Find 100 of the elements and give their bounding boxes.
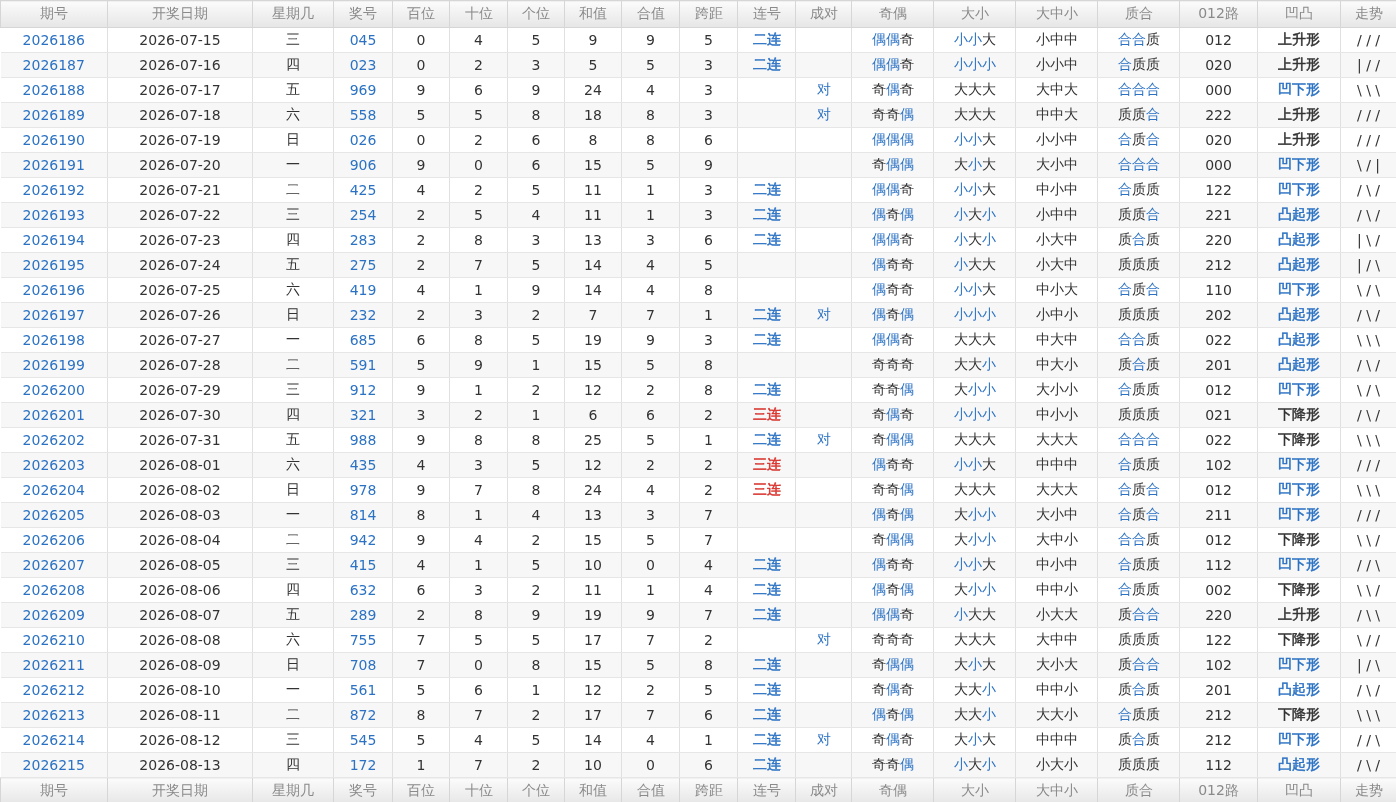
- table-link[interactable]: 2026201: [0, 402, 108, 428]
- size-text: 小大小: [953, 756, 996, 772]
- prime-composite-text: 质质合: [1117, 106, 1160, 122]
- column-footer: 开奖日期: [107, 777, 253, 802]
- table-link[interactable]: 2026203: [0, 452, 108, 478]
- table-link[interactable]: 321: [333, 402, 393, 428]
- table-link[interactable]: 708: [333, 652, 393, 678]
- table-cell: 小大小: [1015, 752, 1098, 778]
- table-link[interactable]: 275: [333, 252, 393, 278]
- table-link[interactable]: 2026214: [0, 727, 108, 753]
- table-cell: 8: [507, 102, 565, 128]
- table-link[interactable]: 2026212: [0, 677, 108, 703]
- table-cell: 0: [392, 52, 450, 78]
- table-cell: \ \ /: [1340, 577, 1396, 603]
- table-link[interactable]: 2026205: [0, 502, 108, 528]
- table-cell: 25: [564, 427, 622, 453]
- table-cell: 222: [1179, 102, 1258, 128]
- table-link[interactable]: 2026195: [0, 252, 108, 278]
- table-link[interactable]: 419: [333, 277, 393, 303]
- table-link[interactable]: 632: [333, 577, 393, 603]
- table-link[interactable]: 2026188: [0, 77, 108, 103]
- table-link[interactable]: 685: [333, 327, 393, 353]
- table-link[interactable]: 561: [333, 677, 393, 703]
- prime-composite-text: 合合质: [1117, 331, 1160, 347]
- table-cell: 5: [507, 327, 565, 353]
- table-cell: 大中大: [1015, 77, 1098, 103]
- table-link[interactable]: 2026210: [0, 627, 108, 653]
- table-link[interactable]: 2026193: [0, 202, 108, 228]
- table-link[interactable]: 2026200: [0, 377, 108, 403]
- table-cell: 15: [564, 527, 622, 553]
- table-link[interactable]: 978: [333, 477, 393, 503]
- table-link[interactable]: 172: [333, 752, 393, 778]
- table-link[interactable]: 942: [333, 527, 393, 553]
- prime-composite-text: 合合合: [1117, 156, 1160, 172]
- odd-even-text: 奇奇偶: [871, 106, 914, 122]
- table-link[interactable]: 045: [333, 27, 393, 53]
- table-link[interactable]: 254: [333, 202, 393, 228]
- table-link[interactable]: 2026192: [0, 177, 108, 203]
- prime-composite-text: 合质质: [1117, 581, 1160, 597]
- table-link[interactable]: 2026197: [0, 302, 108, 328]
- table-cell: 8: [679, 277, 738, 303]
- table-link[interactable]: 558: [333, 102, 393, 128]
- table-link[interactable]: 2026190: [0, 127, 108, 153]
- consecutive-label: 二连: [752, 681, 781, 697]
- table-link[interactable]: 2026186: [0, 27, 108, 53]
- prime-composite-text: 合合质: [1117, 531, 1160, 547]
- table-cell: 大大小: [1015, 702, 1098, 728]
- table-cell: 三: [252, 202, 334, 228]
- table-link[interactable]: 2026199: [0, 352, 108, 378]
- prime-composite-text: 合质合: [1117, 506, 1160, 522]
- table-cell: 012: [1179, 27, 1258, 53]
- table-link[interactable]: 289: [333, 602, 393, 628]
- table-cell: 中中中: [1015, 452, 1098, 478]
- table-link[interactable]: 2026187: [0, 52, 108, 78]
- table-link[interactable]: 2026207: [0, 552, 108, 578]
- table-link[interactable]: 232: [333, 302, 393, 328]
- table-link[interactable]: 906: [333, 152, 393, 178]
- table-link[interactable]: 969: [333, 77, 393, 103]
- table-link[interactable]: 026: [333, 127, 393, 153]
- table-link[interactable]: 425: [333, 177, 393, 203]
- table-link[interactable]: 2026189: [0, 102, 108, 128]
- size-text: 大大大: [953, 431, 996, 447]
- prime-composite-text: 合质合: [1117, 281, 1160, 297]
- table-cell: 5: [507, 452, 565, 478]
- table-link[interactable]: 2026191: [0, 152, 108, 178]
- table-cell: 2: [621, 377, 680, 403]
- table-link[interactable]: 988: [333, 427, 393, 453]
- table-link[interactable]: 2026211: [0, 652, 108, 678]
- table-link[interactable]: 2026215: [0, 752, 108, 778]
- consecutive-label: 二连: [752, 56, 781, 72]
- table-link[interactable]: 2026208: [0, 577, 108, 603]
- table-link[interactable]: 755: [333, 627, 393, 653]
- table-link[interactable]: 023: [333, 52, 393, 78]
- table-cell: 大中小: [1015, 527, 1098, 553]
- table-link[interactable]: 2026196: [0, 277, 108, 303]
- table-link[interactable]: 545: [333, 727, 393, 753]
- table-link[interactable]: 912: [333, 377, 393, 403]
- table-cell: 4: [392, 452, 450, 478]
- table-link[interactable]: 2026194: [0, 227, 108, 253]
- table-cell: 24: [564, 477, 622, 503]
- table-link[interactable]: 283: [333, 227, 393, 253]
- table-link[interactable]: 2026202: [0, 427, 108, 453]
- prime-composite-text: 合质合: [1117, 131, 1160, 147]
- consecutive-label: 二连: [752, 306, 781, 322]
- table-cell: \ \ \: [1340, 702, 1396, 728]
- table-link[interactable]: 435: [333, 452, 393, 478]
- table-link[interactable]: 814: [333, 502, 393, 528]
- consecutive-label: 二连: [752, 556, 781, 572]
- table-link[interactable]: 872: [333, 702, 393, 728]
- table-cell: 2: [392, 302, 450, 328]
- column-header: 质合: [1097, 0, 1180, 28]
- table-link[interactable]: 591: [333, 352, 393, 378]
- table-cell: 8: [564, 127, 622, 153]
- table-link[interactable]: 415: [333, 552, 393, 578]
- table-link[interactable]: 2026204: [0, 477, 108, 503]
- table-link[interactable]: 2026213: [0, 702, 108, 728]
- table-link[interactable]: 2026206: [0, 527, 108, 553]
- table-cell: 1: [621, 577, 680, 603]
- table-link[interactable]: 2026198: [0, 327, 108, 353]
- table-link[interactable]: 2026209: [0, 602, 108, 628]
